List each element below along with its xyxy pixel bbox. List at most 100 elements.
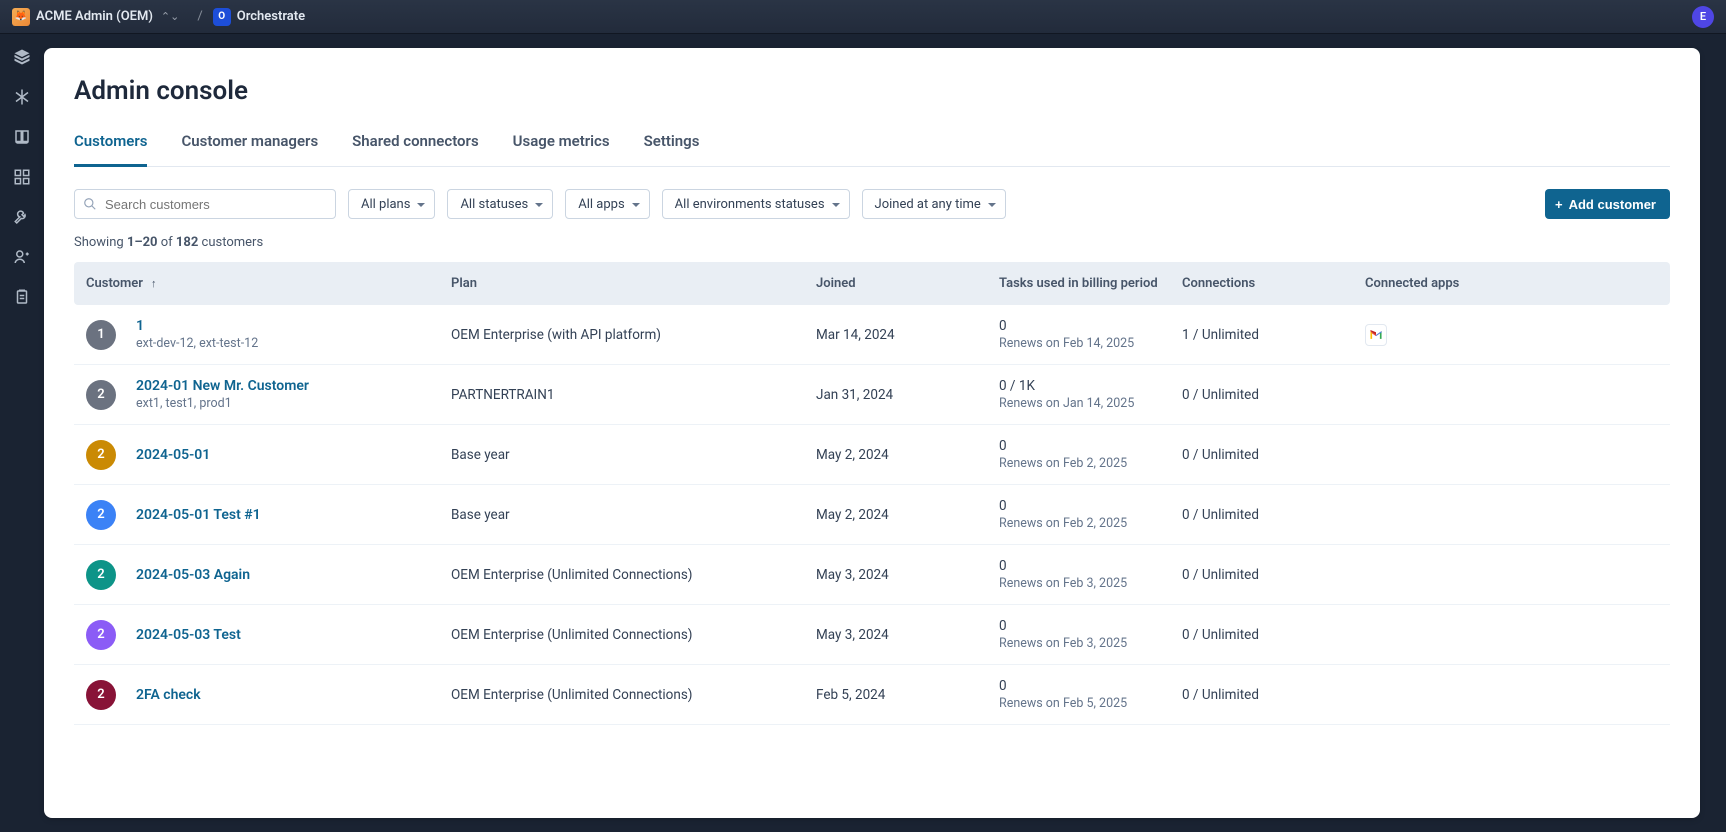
tab-customers[interactable]: Customers	[74, 132, 147, 167]
col-header-apps[interactable]: Connected apps	[1365, 276, 1658, 291]
account-switcher[interactable]: ACME Admin (OEM)	[36, 9, 153, 24]
table-header: Customer ↑ Plan Joined Tasks used in bil…	[74, 262, 1670, 305]
customer-subtext: ext-dev-12, ext-test-12	[136, 336, 258, 351]
tab-settings[interactable]: Settings	[644, 132, 700, 166]
customer-avatar: 2	[86, 440, 116, 470]
user-plus-icon[interactable]	[13, 248, 31, 266]
plus-icon: +	[1555, 197, 1563, 212]
cell-plan: OEM Enterprise (Unlimited Connections)	[451, 627, 816, 643]
breadcrumb-separator: /	[197, 9, 202, 24]
search-input[interactable]	[74, 189, 336, 219]
table-row[interactable]: 2 2024-05-03 Again OEM Enterprise (Unlimit…	[74, 545, 1670, 605]
result-count: Showing 1–20 of 182 customers	[74, 235, 1670, 250]
customer-avatar: 2	[86, 380, 116, 410]
main-panel: Admin console Customers Customer managers…	[44, 48, 1700, 818]
table-body: 1 1 ext-dev-12, ext-test-12 OEM Enterprise …	[74, 305, 1670, 725]
cell-joined: May 2, 2024	[816, 507, 999, 523]
cell-tasks: 0	[999, 498, 1182, 514]
cell-plan: OEM Enterprise (Unlimited Connections)	[451, 687, 816, 703]
customer-name-link[interactable]: 2024-01 New Mr. Customer	[136, 378, 309, 394]
add-customer-label: Add customer	[1569, 197, 1656, 212]
user-avatar[interactable]: E	[1692, 6, 1714, 28]
customer-name-link[interactable]: 2FA check	[136, 687, 201, 703]
table-row[interactable]: 1 1 ext-dev-12, ext-test-12 OEM Enterprise …	[74, 305, 1670, 365]
cell-tasks-sub: Renews on Feb 5, 2025	[999, 696, 1182, 711]
gmail-icon[interactable]	[1365, 324, 1387, 346]
search-icon	[83, 196, 97, 215]
page-title: Admin console	[74, 76, 1670, 106]
cell-connections: 0 / Unlimited	[1182, 627, 1365, 643]
cell-tasks-sub: Renews on Feb 3, 2025	[999, 576, 1182, 591]
table-row[interactable]: 2 2024-05-03 Test OEM Enterprise (Unlimite…	[74, 605, 1670, 665]
customer-name-link[interactable]: 2024-05-03 Test	[136, 627, 241, 643]
cell-plan: Base year	[451, 507, 816, 523]
tab-customer-managers[interactable]: Customer managers	[181, 132, 318, 166]
filter-all-environments-statuses[interactable]: All environments statuses	[662, 189, 850, 219]
customer-name-link[interactable]: 2024-05-01	[136, 447, 210, 463]
cell-tasks: 0 / 1K	[999, 378, 1182, 394]
col-header-customer[interactable]: Customer ↑	[86, 276, 451, 291]
col-header-tasks[interactable]: Tasks used in billing period	[999, 276, 1182, 291]
filter-all-apps[interactable]: All apps	[565, 189, 649, 219]
grid-icon[interactable]	[13, 168, 31, 186]
search-wrapper	[74, 189, 336, 219]
filter-all-statuses[interactable]: All statuses	[447, 189, 553, 219]
add-customer-button[interactable]: + Add customer	[1545, 189, 1670, 219]
tab-bar: Customers Customer managers Shared connect…	[74, 132, 1670, 167]
customer-name-link[interactable]: 2024-05-01 Test #1	[136, 507, 261, 523]
cell-tasks: 0	[999, 618, 1182, 634]
app-name[interactable]: Orchestrate	[237, 9, 305, 24]
cell-joined: May 3, 2024	[816, 567, 999, 583]
cell-tasks: 0	[999, 558, 1182, 574]
cell-tasks-sub: Renews on Feb 2, 2025	[999, 456, 1182, 471]
sort-ascending-icon: ↑	[151, 277, 157, 290]
col-header-joined[interactable]: Joined	[816, 276, 999, 291]
cell-tasks: 0	[999, 438, 1182, 454]
layers-icon[interactable]	[13, 48, 31, 66]
customer-name-link[interactable]: 2024-05-03 Again	[136, 567, 250, 583]
filter-joined-at-any-time[interactable]: Joined at any time	[862, 189, 1006, 219]
cell-tasks-sub: Renews on Jan 14, 2025	[999, 396, 1182, 411]
tab-shared-connectors[interactable]: Shared connectors	[352, 132, 479, 166]
cell-tasks: 0	[999, 678, 1182, 694]
top-bar: 🦊 ACME Admin (OEM) ⌃⌄ / O Orchestrate E	[0, 0, 1726, 34]
customer-avatar: 1	[86, 320, 116, 350]
customer-avatar: 2	[86, 560, 116, 590]
cell-apps	[1365, 324, 1658, 346]
wrench-icon[interactable]	[13, 208, 31, 226]
table-row[interactable]: 2 2024-01 New Mr. Customer ext1, test1, pr…	[74, 365, 1670, 425]
tab-usage-metrics[interactable]: Usage metrics	[513, 132, 610, 166]
table-row[interactable]: 2 2FA check OEM Enterprise (Unlimited Conn…	[74, 665, 1670, 725]
cell-joined: Feb 5, 2024	[816, 687, 999, 703]
cell-joined: May 2, 2024	[816, 447, 999, 463]
cell-plan: Base year	[451, 447, 816, 463]
cell-plan: OEM Enterprise (Unlimited Connections)	[451, 567, 816, 583]
table-row[interactable]: 2 2024-05-01 Base yearMay 2, 20240 Renews o…	[74, 425, 1670, 485]
col-header-connections[interactable]: Connections	[1182, 276, 1365, 291]
org-logo: 🦊	[12, 8, 30, 26]
cell-tasks-sub: Renews on Feb 14, 2025	[999, 336, 1182, 351]
col-header-plan[interactable]: Plan	[451, 276, 816, 291]
clipboard-icon[interactable]	[13, 288, 31, 306]
customer-avatar: 2	[86, 620, 116, 650]
cell-plan: PARTNERTRAIN1	[451, 387, 816, 403]
chevron-updown-icon[interactable]: ⌃⌄	[161, 10, 179, 23]
cell-joined: Jan 31, 2024	[816, 387, 999, 403]
cell-connections: 0 / Unlimited	[1182, 447, 1365, 463]
book-icon[interactable]	[13, 128, 31, 146]
table-row[interactable]: 22024-05-01 Test #1Base yearMay 2, 20240…	[74, 485, 1670, 545]
customer-name-link[interactable]: 1	[136, 318, 258, 334]
sidebar	[0, 34, 44, 832]
app-logo: O	[213, 8, 231, 26]
cell-plan: OEM Enterprise (with API platform)	[451, 327, 816, 343]
snowflake-icon[interactable]	[13, 88, 31, 106]
customer-avatar: 2	[86, 500, 116, 530]
cell-connections: 0 / Unlimited	[1182, 567, 1365, 583]
cell-connections: 0 / Unlimited	[1182, 507, 1365, 523]
cell-connections: 0 / Unlimited	[1182, 687, 1365, 703]
customer-subtext: ext1, test1, prod1	[136, 396, 309, 411]
cell-tasks-sub: Renews on Feb 3, 2025	[999, 636, 1182, 651]
filter-bar: All plans All statuses All apps All environ…	[74, 189, 1670, 219]
customer-avatar: 2	[86, 680, 116, 710]
filter-all-plans[interactable]: All plans	[348, 189, 435, 219]
